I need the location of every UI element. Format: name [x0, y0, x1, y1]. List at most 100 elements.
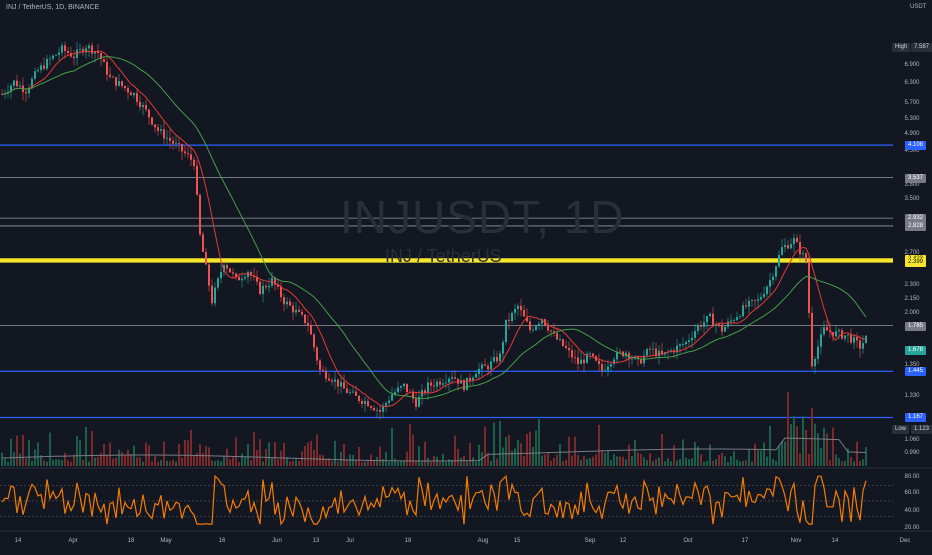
volume-bar	[70, 461, 72, 466]
volume-bar	[55, 459, 57, 466]
candle-body	[283, 297, 285, 305]
candle-body	[802, 253, 804, 255]
volume-bar	[664, 461, 666, 466]
candle-body	[187, 153, 189, 155]
candle-body	[451, 377, 453, 379]
candle-body	[421, 390, 423, 397]
volume-bar	[640, 453, 642, 466]
candle-body	[694, 331, 696, 338]
volume-bar	[457, 448, 459, 466]
volume-bar	[778, 445, 780, 466]
candle-body	[127, 88, 129, 93]
candle-body	[379, 409, 381, 412]
volume-bar	[595, 454, 597, 466]
volume-bar	[193, 455, 195, 466]
volume-bar	[130, 454, 132, 466]
time-label: 17	[742, 538, 749, 544]
candle-body	[793, 237, 795, 245]
candle-body	[598, 360, 600, 364]
candle-body	[145, 105, 147, 110]
volume-bar	[571, 455, 573, 466]
volume-bar	[466, 461, 468, 466]
candle-body	[229, 268, 231, 273]
volume-bar	[604, 452, 606, 466]
candle-body	[856, 337, 858, 341]
candle-body	[559, 339, 561, 340]
volume-bar	[169, 461, 171, 466]
volume-bar	[61, 459, 63, 466]
symbol-title[interactable]: INJ / TetherUS, 1D, BINANCE	[6, 4, 99, 11]
volume-bar	[538, 419, 540, 466]
price-tick: 1.060	[904, 437, 920, 443]
time-label: 13	[313, 538, 320, 544]
candle-body	[130, 92, 132, 96]
volume-bar	[346, 460, 348, 466]
rsi-tick: 80.00	[904, 474, 920, 480]
volume-bar	[718, 454, 720, 466]
volume-bar	[559, 444, 561, 466]
candle-body	[814, 359, 816, 367]
candle-body	[850, 334, 852, 343]
time-label: 12	[620, 538, 627, 544]
level-tag-2.399: 2.399	[905, 257, 927, 267]
volume-bar	[547, 453, 549, 466]
chart-area[interactable]: 14 Apr 18 May 16 Jun 13 Jul 18 Aug 15 Sep 12 Oct 17 Nov…	[0, 0, 932, 550]
volume-bar	[652, 461, 654, 466]
volume-bar	[589, 458, 591, 466]
rsi-tick: 60.00	[904, 490, 920, 496]
volume-bar	[694, 441, 696, 466]
candle-body	[424, 390, 426, 393]
candle-body	[607, 366, 609, 371]
candle-body	[601, 363, 603, 371]
volume-bar	[586, 458, 588, 466]
volume-bar	[781, 441, 783, 466]
volume-bar	[388, 461, 390, 466]
price-tick: 6.300	[904, 80, 920, 86]
candle-body	[820, 334, 822, 347]
volume-bar	[856, 441, 858, 466]
volume-bar	[307, 442, 309, 466]
time-label: Sep	[585, 538, 596, 544]
volume-bar	[832, 427, 834, 466]
candle-body	[244, 277, 246, 279]
volume-bar	[109, 442, 111, 466]
volume-bar	[562, 461, 564, 466]
candle-body	[61, 45, 63, 53]
candle-body	[346, 388, 348, 393]
volume-bar	[382, 459, 384, 466]
price-tick: 6.900	[904, 62, 920, 68]
volume-bar	[262, 461, 264, 466]
volume-bar	[364, 461, 366, 466]
candle-body	[286, 301, 288, 305]
volume-bar	[688, 459, 690, 466]
volume-bar	[64, 452, 66, 466]
candle-body	[742, 305, 744, 317]
price-chart[interactable]: 14 Apr 18 May 16 Jun 13 Jul 18 Aug 15 Sep 12 Oct 17 Nov…	[0, 0, 932, 550]
volume-bar	[616, 456, 618, 466]
candle-body	[151, 117, 153, 125]
volume-bar	[28, 439, 30, 466]
candle-body	[307, 323, 309, 326]
volume-bar	[256, 450, 258, 466]
candle-body	[349, 392, 351, 394]
volume-bar	[358, 447, 360, 466]
volume-bar	[469, 442, 471, 466]
volume-bar	[577, 455, 579, 466]
volume-bar	[238, 461, 240, 466]
volume-bar	[829, 460, 831, 466]
volume-bar	[730, 456, 732, 466]
volume-bar	[550, 460, 552, 466]
volume-bar	[460, 457, 462, 466]
candle-body	[403, 383, 405, 387]
candle-body	[328, 378, 330, 381]
volume-bar	[43, 460, 45, 466]
candle-body	[736, 317, 738, 321]
price-tick: 5.300	[904, 116, 920, 122]
time-label: Dec	[900, 538, 911, 544]
candle-body	[352, 391, 354, 393]
candle-body	[376, 409, 378, 411]
candle-body	[478, 368, 480, 375]
candle-body	[823, 327, 825, 335]
currency-label[interactable]: USDT	[910, 4, 926, 10]
candle-body	[523, 310, 525, 317]
